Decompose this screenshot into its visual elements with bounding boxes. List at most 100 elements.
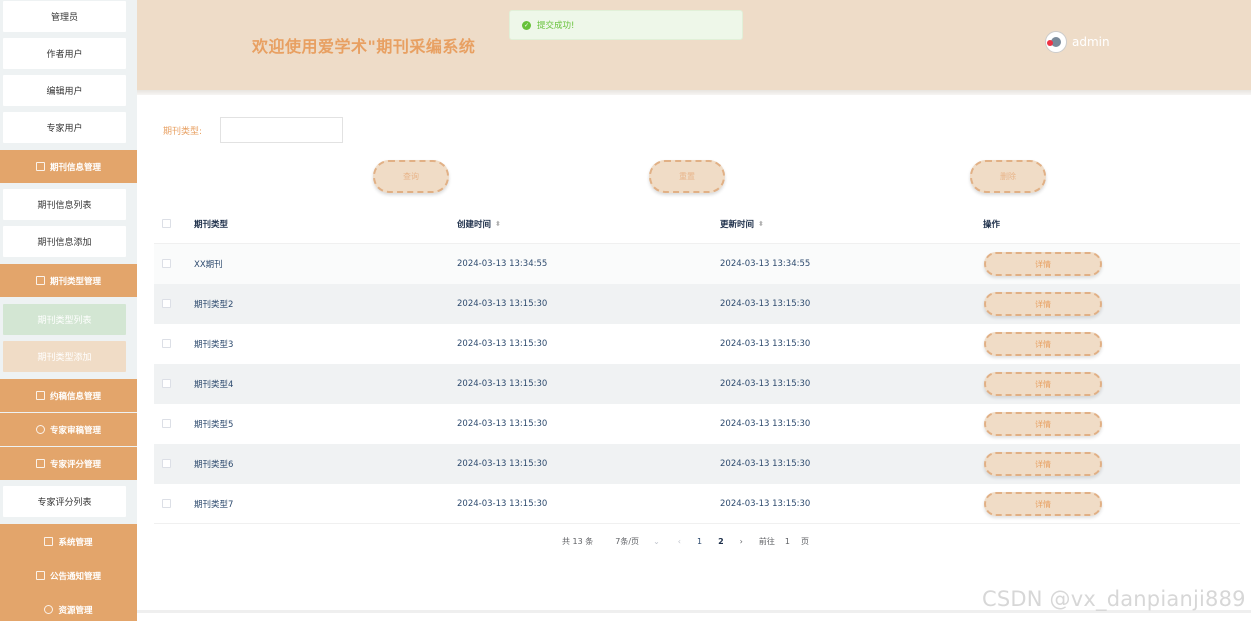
detail-button-label: 详情	[1035, 299, 1051, 309]
reset-button-label: 重置	[679, 172, 695, 181]
cell-updated: 2024-03-13 13:15:30	[720, 459, 811, 469]
table-row[interactable]: 期刊类型3 2024-03-13 13:15:30 2024-03-13 13:…	[154, 324, 1240, 364]
goto-suffix: 页	[800, 536, 809, 546]
username[interactable]: admin	[1072, 35, 1110, 49]
next-page-button[interactable]: ›	[740, 537, 743, 546]
cell-updated: 2024-03-13 13:15:30	[720, 499, 811, 509]
cell-created: 2024-03-13 13:15:30	[457, 419, 548, 429]
select-all-checkbox[interactable]	[162, 219, 171, 228]
table-row[interactable]: 期刊类型4 2024-03-13 13:15:30 2024-03-13 13:…	[154, 364, 1240, 404]
detail-button[interactable]: 详情	[984, 332, 1102, 356]
sidebar-item-editor-users[interactable]: 编辑用户	[3, 75, 126, 106]
sidebar-group-label: 期刊类型管理	[49, 276, 101, 287]
row-checkbox[interactable]	[162, 379, 171, 388]
row-checkbox[interactable]	[162, 459, 171, 468]
page-title: 欢迎使用爱学术"期刊采编系统	[252, 37, 476, 56]
cell-type: 期刊类型7	[194, 500, 234, 510]
column-header-created[interactable]: 创建时间 ⬍	[457, 204, 501, 244]
sidebar: 管理员 作者用户 编辑用户 专家用户 期刊信息管理 期刊信息列表 期刊信息添加 …	[0, 0, 137, 621]
detail-button-label: 详情	[1035, 499, 1051, 509]
sidebar-group-manuscript-request[interactable]: 约稿信息管理	[0, 379, 137, 412]
sidebar-group-label: 公告通知管理	[49, 571, 101, 582]
row-checkbox[interactable]	[162, 259, 171, 268]
page-size-select[interactable]: 7条/页 ⌄	[615, 536, 660, 547]
sidebar-item-expert-score-list[interactable]: 专家评分列表	[3, 486, 126, 517]
search-label: 期刊类型:	[163, 127, 203, 137]
sidebar-group-system[interactable]: 系统管理	[0, 525, 137, 558]
row-checkbox[interactable]	[162, 339, 171, 348]
table-row[interactable]: 期刊类型5 2024-03-13 13:15:30 2024-03-13 13:…	[154, 404, 1240, 444]
sidebar-group-label: 资源管理	[58, 605, 93, 616]
cell-type: 期刊类型5	[194, 420, 234, 430]
sidebar-group-label: 系统管理	[58, 537, 93, 548]
sidebar-item-author-users[interactable]: 作者用户	[3, 38, 126, 69]
cell-updated: 2024-03-13 13:15:30	[720, 419, 811, 429]
success-toast: ✓ 提交成功!	[509, 10, 743, 40]
page-number-2[interactable]: 2	[718, 537, 724, 546]
column-header-updated[interactable]: 更新时间 ⬍	[720, 204, 764, 244]
user-menu[interactable]: admin	[1045, 31, 1110, 53]
prev-page-button[interactable]: ‹	[678, 537, 681, 546]
row-checkbox[interactable]	[162, 419, 171, 428]
cell-type: 期刊类型4	[194, 380, 234, 390]
sidebar-group-notice[interactable]: 公告通知管理	[0, 559, 137, 592]
edit-icon	[35, 391, 45, 400]
cell-updated: 2024-03-13 13:15:30	[720, 379, 811, 389]
goto-page-input[interactable]: 1	[785, 537, 790, 546]
query-button[interactable]: 查询	[373, 160, 449, 193]
sidebar-group-journal-info[interactable]: 期刊信息管理	[0, 150, 137, 183]
watermark: CSDN @vx_danpianji889	[982, 587, 1246, 611]
page-number-1[interactable]: 1	[697, 537, 702, 546]
sort-icon[interactable]: ⬍	[495, 220, 501, 228]
column-header-label: 操作	[983, 220, 1001, 230]
delete-button[interactable]: 删除	[970, 160, 1046, 193]
journal-type-search-input[interactable]	[220, 117, 343, 143]
goto-label: 前往	[758, 536, 775, 546]
sidebar-group-label: 期刊信息管理	[49, 162, 101, 173]
sort-icon[interactable]: ⬍	[758, 220, 764, 228]
table-row[interactable]: 期刊类型2 2024-03-13 13:15:30 2024-03-13 13:…	[154, 284, 1240, 324]
row-checkbox[interactable]	[162, 499, 171, 508]
sidebar-item-label: 期刊类型添加	[37, 353, 92, 363]
sidebar-item-journal-type-list[interactable]: 期刊类型列表	[3, 304, 126, 335]
cell-created: 2024-03-13 13:15:30	[457, 339, 548, 349]
sidebar-group-expert-review[interactable]: 专家审稿管理	[0, 413, 137, 446]
reset-button[interactable]: 重置	[649, 160, 725, 193]
cell-type: XX期刊	[194, 260, 223, 270]
table-row[interactable]: 期刊类型6 2024-03-13 13:15:30 2024-03-13 13:…	[154, 444, 1240, 484]
system-icon	[44, 537, 54, 546]
sidebar-group-expert-score[interactable]: 专家评分管理	[0, 447, 137, 480]
sidebar-item-expert-users[interactable]: 专家用户	[3, 112, 126, 143]
column-header-type: 期刊类型	[194, 204, 228, 244]
sidebar-item-label: 管理员	[50, 13, 78, 23]
sidebar-item-journal-info-add[interactable]: 期刊信息添加	[3, 226, 126, 257]
detail-button[interactable]: 详情	[984, 492, 1102, 516]
detail-button[interactable]: 详情	[984, 412, 1102, 436]
cell-updated: 2024-03-13 13:15:30	[720, 299, 811, 309]
detail-button[interactable]: 详情	[984, 372, 1102, 396]
page-size-value: 7条/页	[615, 536, 640, 546]
cell-type: 期刊类型2	[194, 300, 234, 310]
table-header: 期刊类型 创建时间 ⬍ 更新时间 ⬍ 操作	[154, 204, 1240, 244]
row-checkbox[interactable]	[162, 299, 171, 308]
sidebar-item-journal-info-list[interactable]: 期刊信息列表	[3, 189, 126, 220]
cell-updated: 2024-03-13 13:15:30	[720, 339, 811, 349]
cell-updated: 2024-03-13 13:34:55	[720, 259, 811, 269]
cell-type: 期刊类型3	[194, 340, 234, 350]
list-icon	[35, 459, 45, 468]
detail-button[interactable]: 详情	[984, 292, 1102, 316]
chevron-down-icon: ⌄	[653, 536, 660, 546]
detail-button[interactable]: 详情	[984, 452, 1102, 476]
avatar[interactable]	[1045, 31, 1067, 53]
sidebar-item-label: 期刊类型列表	[37, 316, 92, 326]
detail-button[interactable]: 详情	[984, 252, 1102, 276]
sidebar-item-label: 专家用户	[46, 124, 83, 134]
sidebar-item-journal-type-add[interactable]: 期刊类型添加	[3, 341, 126, 372]
query-button-label: 查询	[403, 172, 419, 181]
cell-type: 期刊类型6	[194, 460, 234, 470]
table-row[interactable]: XX期刊 2024-03-13 13:34:55 2024-03-13 13:3…	[154, 244, 1240, 284]
sidebar-group-journal-type[interactable]: 期刊类型管理	[0, 264, 137, 297]
sidebar-item-admin[interactable]: 管理员	[3, 1, 126, 32]
table-row[interactable]: 期刊类型7 2024-03-13 13:15:30 2024-03-13 13:…	[154, 484, 1240, 524]
sidebar-group-resource[interactable]: 资源管理	[0, 593, 137, 621]
